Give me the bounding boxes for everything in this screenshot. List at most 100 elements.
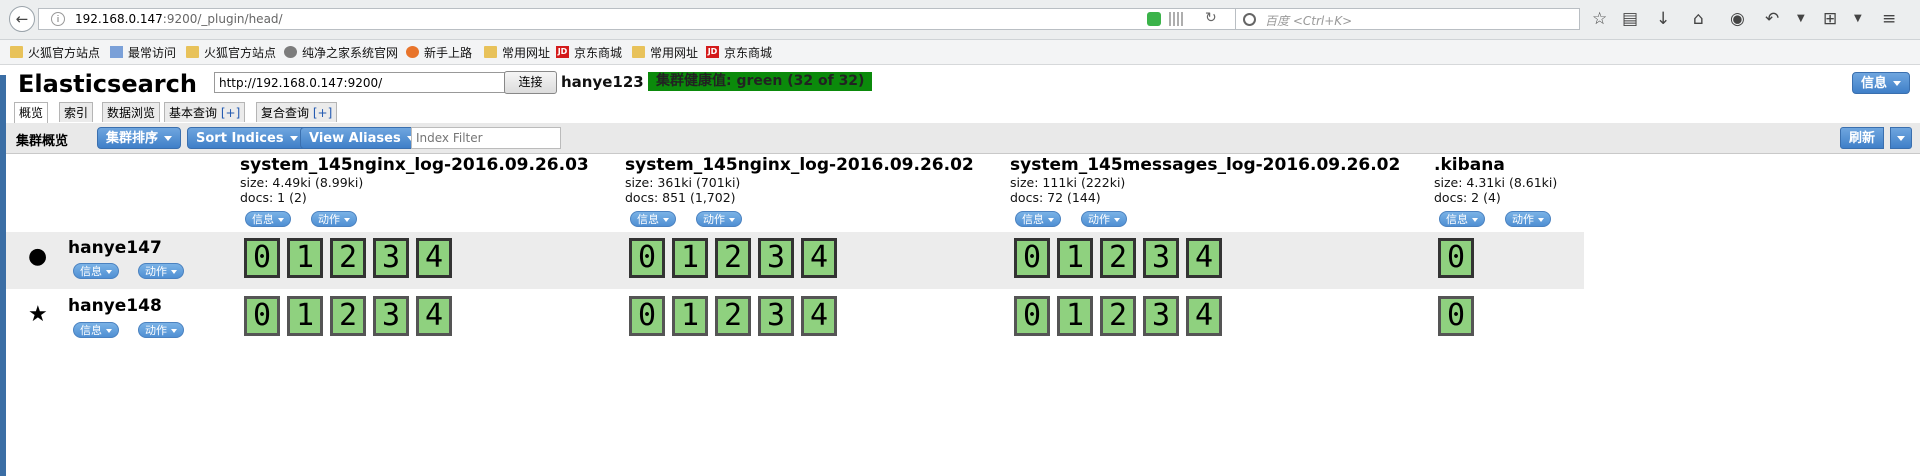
chat-icon[interactable]: ◉: [1730, 7, 1745, 31]
crop-icon[interactable]: ⊞: [1823, 7, 1837, 31]
node-action-button[interactable]: 动作: [138, 263, 184, 279]
index-info-button[interactable]: 信息: [630, 211, 676, 227]
shard-block[interactable]: 1: [672, 296, 708, 336]
tab-compound-query[interactable]: 复合查询 [+]: [256, 102, 338, 122]
index-size: size: 111ki (222ki): [1010, 175, 1126, 190]
search-icon: [1243, 13, 1256, 26]
shard-block[interactable]: 1: [287, 296, 323, 336]
node-action-button[interactable]: 动作: [138, 322, 184, 338]
index-action-button[interactable]: 动作: [1081, 211, 1127, 227]
shard-block[interactable]: 3: [758, 238, 794, 278]
bookmark-item[interactable]: 火狐官方站点: [186, 44, 276, 60]
jd-logo-icon: JD: [706, 46, 719, 58]
shard-block[interactable]: 2: [330, 238, 366, 278]
back-arrow-icon: ←: [15, 9, 29, 28]
node-row: ★ hanye148 信息 动作: [6, 292, 1584, 349]
folder-icon: [186, 46, 199, 58]
shard-block[interactable]: 4: [1186, 296, 1222, 336]
shard-block[interactable]: 1: [672, 238, 708, 278]
shard-block[interactable]: 2: [1100, 296, 1136, 336]
shard-block[interactable]: 4: [801, 238, 837, 278]
qr-code-icon[interactable]: [1169, 12, 1183, 26]
search-placeholder: 百度 <Ctrl+K>: [1265, 14, 1353, 28]
cluster-sort-button[interactable]: 集群排序: [97, 127, 182, 149]
bookmark-item[interactable]: JD 京东商城: [706, 44, 772, 60]
shard-block[interactable]: 2: [715, 296, 751, 336]
shard-block[interactable]: 2: [330, 296, 366, 336]
es-header: Elasticsearch 连接 hanye123 集群健康值: green (…: [6, 66, 1920, 98]
caret-down-icon: [164, 136, 173, 141]
shard-block[interactable]: 1: [287, 238, 323, 278]
tab-overview[interactable]: 概览: [14, 102, 49, 124]
shard-block[interactable]: 0: [244, 238, 280, 278]
shard-block[interactable]: 1: [1057, 296, 1093, 336]
index-action-button[interactable]: 动作: [696, 211, 742, 227]
view-aliases-button[interactable]: View Aliases: [300, 127, 424, 149]
bookmark-item[interactable]: 最常访问: [110, 44, 176, 60]
index-action-button[interactable]: 动作: [1505, 211, 1551, 227]
info-menu-button[interactable]: 信息: [1852, 72, 1911, 94]
shard-block[interactable]: 3: [758, 296, 794, 336]
bookmark-item[interactable]: JD 京东商城: [556, 44, 622, 60]
site-info-icon[interactable]: i: [51, 12, 65, 26]
bookmark-item[interactable]: 常用网址: [632, 44, 698, 60]
index-info-button[interactable]: 信息: [1439, 211, 1485, 227]
shard-block[interactable]: 4: [416, 238, 452, 278]
bookmark-item[interactable]: 火狐官方站点: [10, 44, 100, 60]
bookmark-item[interactable]: 纯净之家系统官网: [284, 44, 398, 60]
shard-block[interactable]: 2: [715, 238, 751, 278]
globe-icon: [284, 46, 297, 58]
shard-block[interactable]: 3: [373, 238, 409, 278]
refresh-button[interactable]: 刷新: [1840, 127, 1885, 149]
back-button[interactable]: ←: [9, 6, 35, 32]
shard-block[interactable]: 2: [1100, 238, 1136, 278]
sort-indices-button[interactable]: Sort Indices: [187, 127, 307, 149]
tab-indices[interactable]: 索引: [59, 102, 94, 122]
index-action-button[interactable]: 动作: [311, 211, 357, 227]
reload-icon[interactable]: ↻: [1205, 10, 1217, 26]
node-info-button[interactable]: 信息: [73, 322, 119, 338]
shard-block[interactable]: 0: [1014, 296, 1050, 336]
search-bar[interactable]: 百度 <Ctrl+K>: [1235, 8, 1580, 30]
add-tab-link[interactable]: [+]: [313, 106, 332, 120]
bookmark-item[interactable]: 常用网址: [484, 44, 550, 60]
home-icon[interactable]: ⌂: [1693, 7, 1704, 31]
shard-block[interactable]: 0: [629, 296, 665, 336]
shard-block[interactable]: 0: [244, 296, 280, 336]
add-tab-link[interactable]: [+]: [221, 106, 240, 120]
shard-block[interactable]: 0: [1014, 238, 1050, 278]
tab-browser[interactable]: 数据浏览: [102, 102, 161, 122]
shield-icon[interactable]: [1147, 12, 1161, 26]
node-info-button[interactable]: 信息: [73, 263, 119, 279]
chevron-down-icon[interactable]: ▼: [1797, 7, 1805, 31]
chevron-down-icon[interactable]: ▼: [1854, 7, 1862, 31]
undo-icon[interactable]: ↶: [1765, 7, 1779, 31]
shard-block[interactable]: 0: [629, 238, 665, 278]
connect-url-input[interactable]: [214, 72, 509, 93]
shard-block[interactable]: 4: [416, 296, 452, 336]
caret-down-icon: [171, 270, 177, 274]
refresh-dropdown-button[interactable]: [1890, 127, 1912, 149]
shard-block[interactable]: 4: [1186, 238, 1222, 278]
bookmark-star-icon[interactable]: ☆: [1592, 7, 1607, 31]
tab-basic-query[interactable]: 基本查询 [+]: [164, 102, 246, 122]
shard-block[interactable]: 4: [801, 296, 837, 336]
url-bar[interactable]: i 192.168.0.147:9200/_plugin/head/ ↻: [38, 8, 1238, 30]
index-header: system_145messages_log-2016.09.26.02 size…: [1010, 155, 1400, 205]
index-info-button[interactable]: 信息: [1015, 211, 1061, 227]
bookmark-item[interactable]: 新手上路: [406, 44, 472, 60]
connect-button[interactable]: 连接: [504, 71, 557, 94]
shard-block[interactable]: 3: [1143, 296, 1179, 336]
index-filter-input[interactable]: [411, 127, 561, 149]
shard-block[interactable]: 1: [1057, 238, 1093, 278]
download-icon[interactable]: ↓: [1656, 7, 1670, 31]
reading-list-icon[interactable]: ▤: [1622, 7, 1638, 31]
menu-icon[interactable]: ≡: [1882, 7, 1896, 31]
shard-block[interactable]: 3: [373, 296, 409, 336]
index-info-button[interactable]: 信息: [245, 211, 291, 227]
shard-block[interactable]: 0: [1438, 296, 1474, 336]
shard-block[interactable]: 0: [1438, 238, 1474, 278]
caret-down-icon: [278, 218, 284, 222]
shard-block[interactable]: 3: [1143, 238, 1179, 278]
circle-icon: ●: [28, 244, 48, 269]
